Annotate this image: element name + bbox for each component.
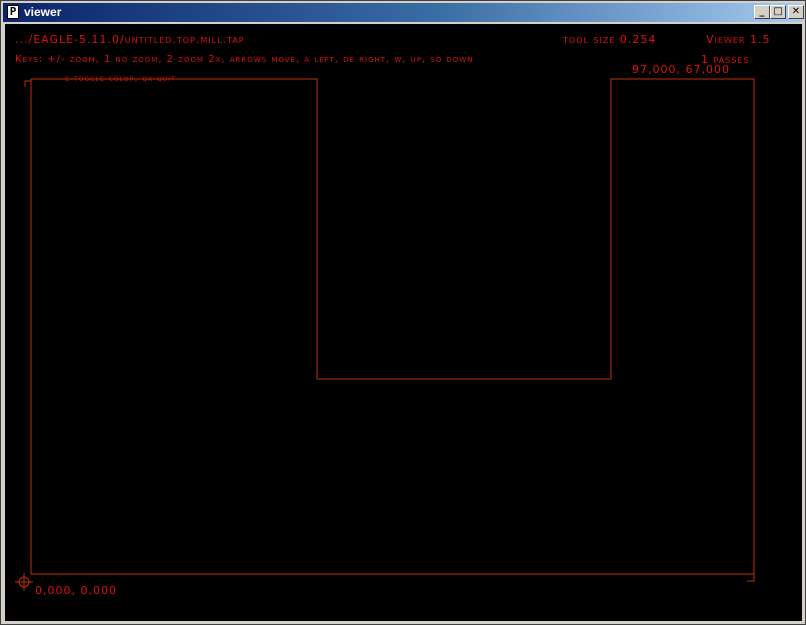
crosshair-icon — [15, 573, 33, 591]
extent-bracket-top-left — [24, 80, 31, 87]
viewer-version-label: Viewer 1.5 — [706, 33, 771, 46]
minimize-button[interactable]: _ — [754, 5, 770, 19]
window-title: viewer — [24, 5, 62, 19]
close-button[interactable]: ✕ — [788, 5, 804, 19]
toolpath-outline — [30, 78, 755, 575]
extent-bracket-bottom-right — [747, 574, 755, 582]
max-coordinate-label: 97,000, 67,000 — [632, 63, 730, 76]
maximize-button[interactable]: □ — [770, 5, 786, 19]
tool-size-label: tool size 0.254 — [563, 33, 657, 46]
app-icon[interactable]: P — [7, 5, 19, 19]
toolpath-drawing — [15, 78, 755, 591]
origin-coordinate-label: 0,000, 0,000 — [35, 584, 117, 597]
viewer-window: P viewer _ □ ✕ .../EAGLE-5.11.0/untitled… — [0, 0, 806, 625]
keys-help-label: Keys: +/- zoom, 1 no zoom, 2 zoom 2x, ar… — [15, 54, 474, 65]
title-bar[interactable]: P viewer _ □ ✕ — [3, 3, 804, 22]
file-path-label: .../EAGLE-5.11.0/untitled.top.mill.tap — [15, 33, 245, 46]
keys-help-line2-label: c toggle color, qx quit — [65, 74, 176, 84]
toolpath-canvas[interactable]: .../EAGLE-5.11.0/untitled.top.mill.tap t… — [5, 24, 802, 621]
